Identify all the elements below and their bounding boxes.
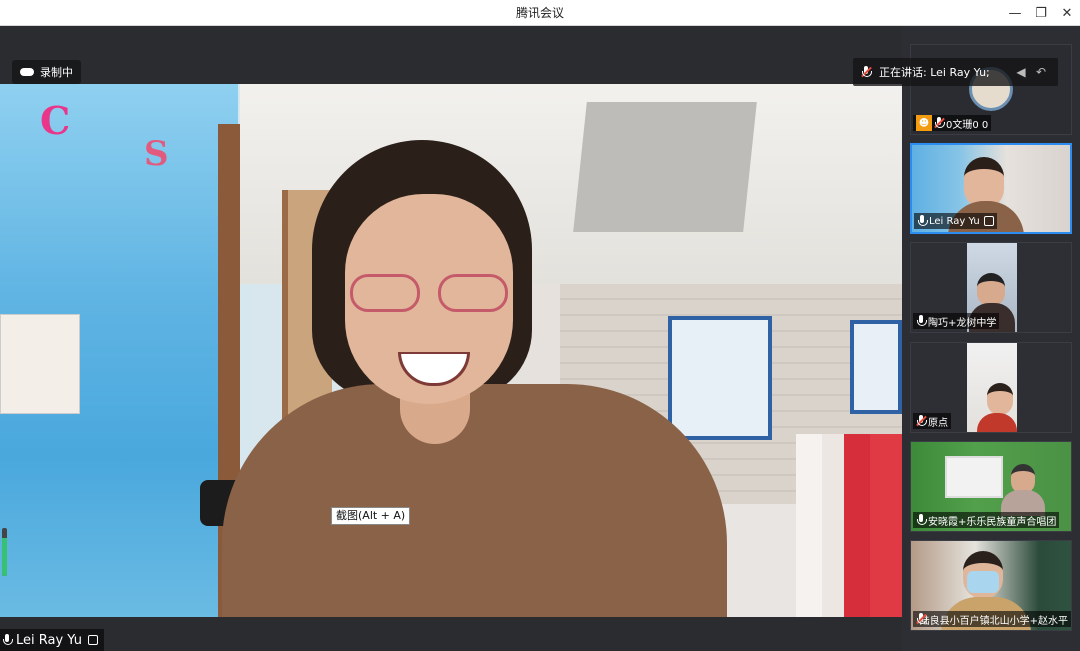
mic-level-meter	[2, 528, 7, 576]
main-video[interactable]: C S	[0, 84, 902, 617]
participant-name: 陆良县小百户镇北山小学+赵水平	[919, 615, 1068, 627]
video-book	[796, 434, 822, 617]
main-stage: C S 录制中 截图(Alt + A) Lei Ray Yu	[0, 26, 902, 651]
mic-muted-icon	[861, 66, 872, 78]
main-speaker-name: Lei Ray Yu	[16, 632, 82, 648]
participant-tile[interactable]: Lei Ray Yu	[910, 143, 1072, 234]
participant-name: Lei Ray Yu	[929, 215, 980, 227]
mic-muted-icon	[916, 613, 927, 625]
camera-icon	[983, 216, 994, 226]
video-poster	[850, 320, 902, 414]
nav-back-icon[interactable]: ↶	[1032, 62, 1050, 82]
speaking-label: 正在讲话: Lei Ray Yu;	[879, 66, 990, 79]
participant-label: 安晓霞+乐乐民族童声合唱团	[913, 512, 1060, 528]
main-speaker-label: Lei Ray Yu	[0, 629, 104, 651]
mic-icon	[917, 215, 928, 227]
video-person-body	[222, 384, 727, 617]
mic-muted-icon	[934, 117, 945, 129]
video-person-glasses	[350, 274, 512, 314]
participant-tile[interactable]: 原点	[910, 342, 1072, 433]
mic-icon	[916, 315, 927, 327]
user-icon: ☻	[916, 115, 932, 131]
nav-left-icon[interactable]: ◀	[1012, 62, 1030, 82]
participant-person	[987, 383, 1013, 415]
video-book	[844, 434, 870, 617]
participant-mask	[967, 571, 999, 593]
window-title: 腾讯会议	[515, 6, 564, 20]
speaking-indicator: 正在讲话: Lei Ray Yu; ◀ ↶	[853, 58, 1058, 86]
close-icon[interactable]: ✕	[1054, 0, 1080, 26]
participant-label: ☻ 0文珊0 0	[913, 115, 992, 131]
participant-name: 安晓霞+乐乐民族童声合唱团	[928, 516, 1057, 528]
mic-icon	[916, 514, 927, 526]
participant-label: Lei Ray Yu	[914, 213, 997, 229]
recording-label: 录制中	[40, 66, 73, 79]
video-letter: S	[144, 134, 169, 174]
camera-icon	[87, 635, 98, 645]
minimize-icon[interactable]: —	[1002, 0, 1028, 26]
mic-level-fill	[2, 537, 7, 576]
video-letter: C	[40, 98, 71, 143]
sidebar-nav: ◀ ↶	[1012, 62, 1050, 82]
mic-icon	[2, 634, 13, 646]
participant-tile[interactable]: 陆良县小百户镇北山小学+赵水平	[910, 540, 1072, 631]
video-book	[822, 434, 844, 617]
recording-badge[interactable]: 录制中	[12, 60, 81, 84]
video-poster	[668, 316, 772, 440]
video-drawing	[0, 314, 80, 414]
video-book	[870, 434, 902, 617]
participant-label: 原点	[913, 413, 951, 429]
participant-person	[977, 273, 1005, 307]
participant-whiteboard	[945, 456, 1003, 498]
participant-label: 陶巧+龙树中学	[913, 313, 1000, 329]
restore-icon[interactable]: ❐	[1028, 0, 1054, 26]
cloud-icon	[20, 68, 34, 76]
participant-tile[interactable]: 陶巧+龙树中学	[910, 242, 1072, 333]
participant-label: 陆良县小百户镇北山小学+赵水平	[913, 611, 1071, 627]
mic-muted-icon	[916, 415, 927, 427]
participant-tile[interactable]: 安晓霞+乐乐民族童声合唱团	[910, 441, 1072, 532]
title-bar: 腾讯会议 — ❐ ✕	[0, 0, 1080, 26]
window-controls: — ❐ ✕	[1002, 0, 1080, 26]
participant-name: 原点	[928, 417, 948, 429]
screenshot-tooltip: 截图(Alt + A)	[331, 507, 411, 525]
participant-name: 陶巧+龙树中学	[928, 317, 997, 329]
participant-name: 0文珊0 0	[946, 119, 989, 131]
participant-sidebar: ☻ 0文珊0 0 Lei Ray Yu 陶巧+龙树中学 原点 安晓霞+乐乐民族童…	[902, 26, 1080, 651]
video-vent	[573, 102, 757, 232]
